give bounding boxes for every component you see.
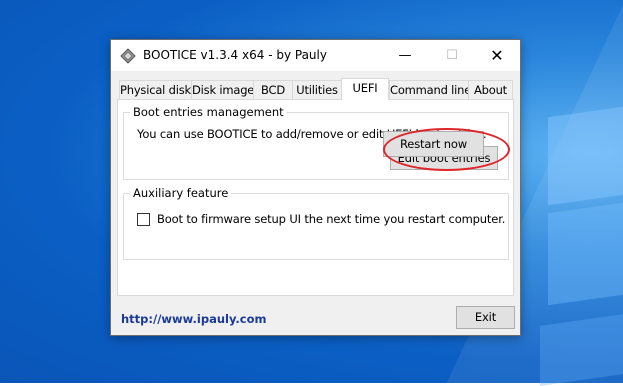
window-title: BOOTICE v1.3.4 x64 - by Pauly (143, 48, 327, 62)
bootice-window: BOOTICE v1.3.4 x64 - by Pauly — ☐ ✕ Phys… (110, 39, 521, 336)
wallpaper-window-pane (548, 202, 623, 306)
minimize-button[interactable]: — (382, 40, 428, 71)
wallpaper-window-pane (540, 314, 623, 386)
exit-button[interactable]: Exit (456, 306, 515, 329)
tab-utilities[interactable]: Utilities (292, 80, 342, 99)
website-link[interactable]: http://www.ipauly.com (121, 312, 267, 326)
auxiliary-feature-legend: Auxiliary feature (130, 186, 232, 200)
tab-bcd[interactable]: BCD (253, 80, 293, 99)
tab-disk-image[interactable]: Disk image (191, 80, 254, 99)
title-bar[interactable]: BOOTICE v1.3.4 x64 - by Pauly — ☐ ✕ (111, 40, 520, 71)
tab-command-line[interactable]: Command line (389, 80, 471, 99)
firmware-setup-checkbox[interactable] (137, 213, 150, 226)
boot-entries-legend: Boot entries management (130, 105, 287, 119)
tab-uefi[interactable]: UEFI (341, 78, 389, 100)
close-button[interactable]: ✕ (474, 40, 520, 71)
auxiliary-feature-group: Auxiliary feature Boot to firmware setup… (123, 186, 509, 260)
tab-about[interactable]: About (468, 80, 513, 99)
firmware-setup-label[interactable]: Boot to firmware setup UI the next time … (157, 212, 505, 226)
maximize-button[interactable]: ☐ (429, 40, 475, 71)
red-highlight-ellipse (383, 128, 510, 171)
wallpaper-window-pane (548, 106, 623, 206)
tab-strip: Physical disk Disk image BCD Utilities U… (117, 78, 515, 100)
bootice-app-icon (120, 48, 136, 64)
tab-physical-disk[interactable]: Physical disk (119, 80, 192, 99)
